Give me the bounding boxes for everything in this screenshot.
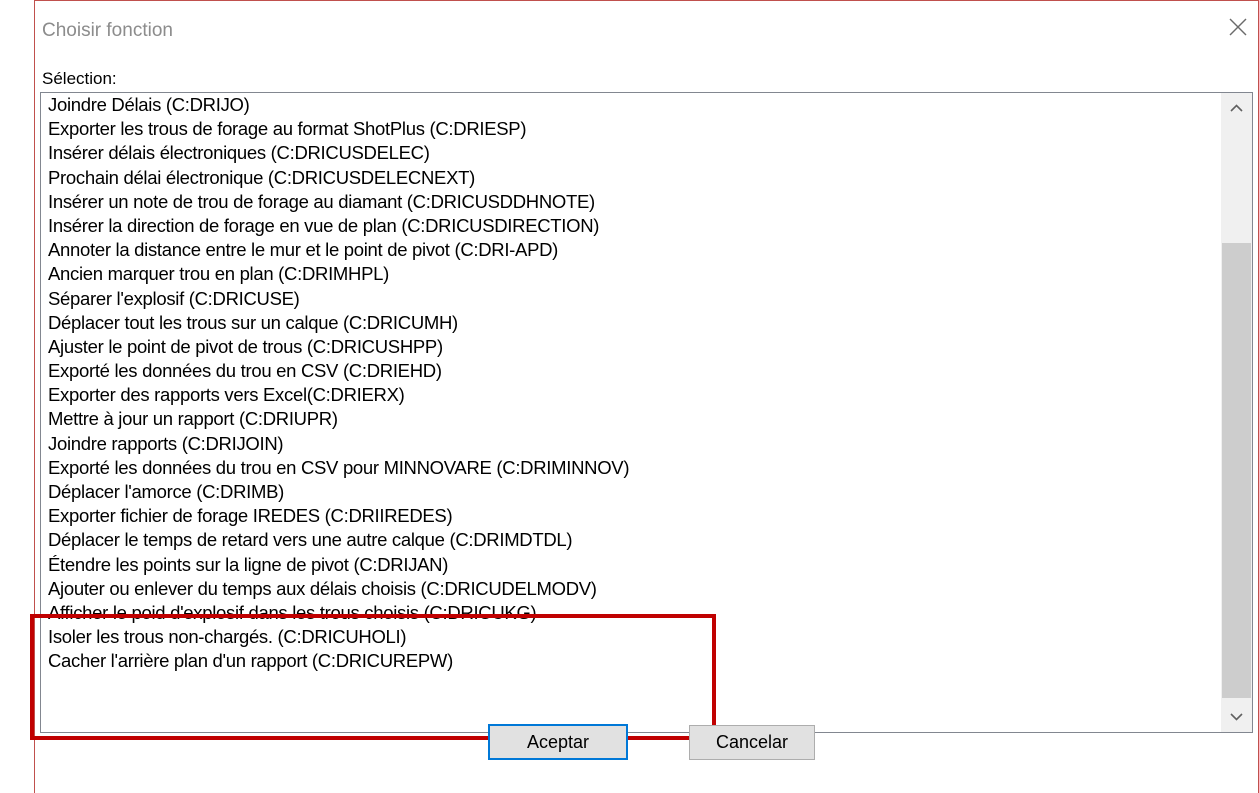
list-item[interactable]: Cacher l'arrière plan d'un rapport (C:DR… — [41, 649, 1221, 673]
list-item[interactable]: Exporté les données du trou en CSV pour … — [41, 456, 1221, 480]
list-item[interactable]: Insérer délais électroniques (C:DRICUSDE… — [41, 141, 1221, 165]
list-item[interactable]: Étendre les points sur la ligne de pivot… — [41, 553, 1221, 577]
list-item[interactable]: Ajuster le point de pivot de trous (C:DR… — [41, 335, 1221, 359]
list-item[interactable]: Prochain délai électronique (C:DRICUSDEL… — [41, 166, 1221, 190]
list-item[interactable]: Exporté les données du trou en CSV (C:DR… — [41, 359, 1221, 383]
ok-button[interactable]: Aceptar — [488, 724, 628, 760]
list-item[interactable]: Exporter des rapports vers Excel(C:DRIER… — [41, 383, 1221, 407]
list-item[interactable]: Déplacer tout les trous sur un calque (C… — [41, 311, 1221, 335]
list-item[interactable]: Ancien marquer trou en plan (C:DRIMHPL) — [41, 262, 1221, 286]
selection-label: Sélection: — [42, 69, 117, 88]
list-item[interactable]: Insérer la direction de forage en vue de… — [41, 214, 1221, 238]
cancel-button[interactable]: Cancelar — [689, 725, 815, 760]
list-item[interactable]: Déplacer l'amorce (C:DRIMB) — [41, 480, 1221, 504]
window-border-left — [34, 0, 35, 793]
function-listbox[interactable]: Joindre Délais (C:DRIJO) Exporter les tro… — [40, 92, 1253, 733]
list-item[interactable]: Afficher le poid d'explosif dans les tro… — [41, 601, 1221, 625]
list-item[interactable]: Ajouter ou enlever du temps aux délais c… — [41, 577, 1221, 601]
scrollbar-thumb[interactable] — [1222, 243, 1251, 698]
list-item[interactable]: Annoter la distance entre le mur et le p… — [41, 238, 1221, 262]
list-item[interactable]: Exporter les trous de forage au format S… — [41, 117, 1221, 141]
list-item[interactable]: Insérer un note de trou de forage au dia… — [41, 190, 1221, 214]
list-item[interactable]: Exporter fichier de forage IREDES (C:DRI… — [41, 504, 1221, 528]
list-item[interactable]: Mettre à jour un rapport (C:DRIUPR) — [41, 407, 1221, 431]
title-bar[interactable]: Choisir fonction — [35, 1, 1258, 59]
list-item[interactable]: Séparer l'explosif (C:DRICUSE) — [41, 287, 1221, 311]
close-icon[interactable] — [1225, 14, 1251, 40]
list-item[interactable]: Déplacer le temps de retard vers une aut… — [41, 528, 1221, 552]
list-item[interactable]: Joindre rapports (C:DRIJOIN) — [41, 432, 1221, 456]
dialog-window: Choisir fonction Sélection: Joindre Déla… — [0, 0, 1259, 793]
list-item[interactable]: Joindre Délais (C:DRIJO) — [41, 93, 1221, 117]
vertical-scrollbar[interactable] — [1221, 93, 1252, 732]
function-list: Joindre Délais (C:DRIJO) Exporter les tro… — [41, 93, 1221, 674]
list-item[interactable]: Isoler les trous non-chargés. (C:DRICUHO… — [41, 625, 1221, 649]
chevron-up-icon[interactable] — [1221, 93, 1252, 123]
dialog-title: Choisir fonction — [42, 20, 173, 41]
chevron-down-icon[interactable] — [1221, 702, 1252, 732]
